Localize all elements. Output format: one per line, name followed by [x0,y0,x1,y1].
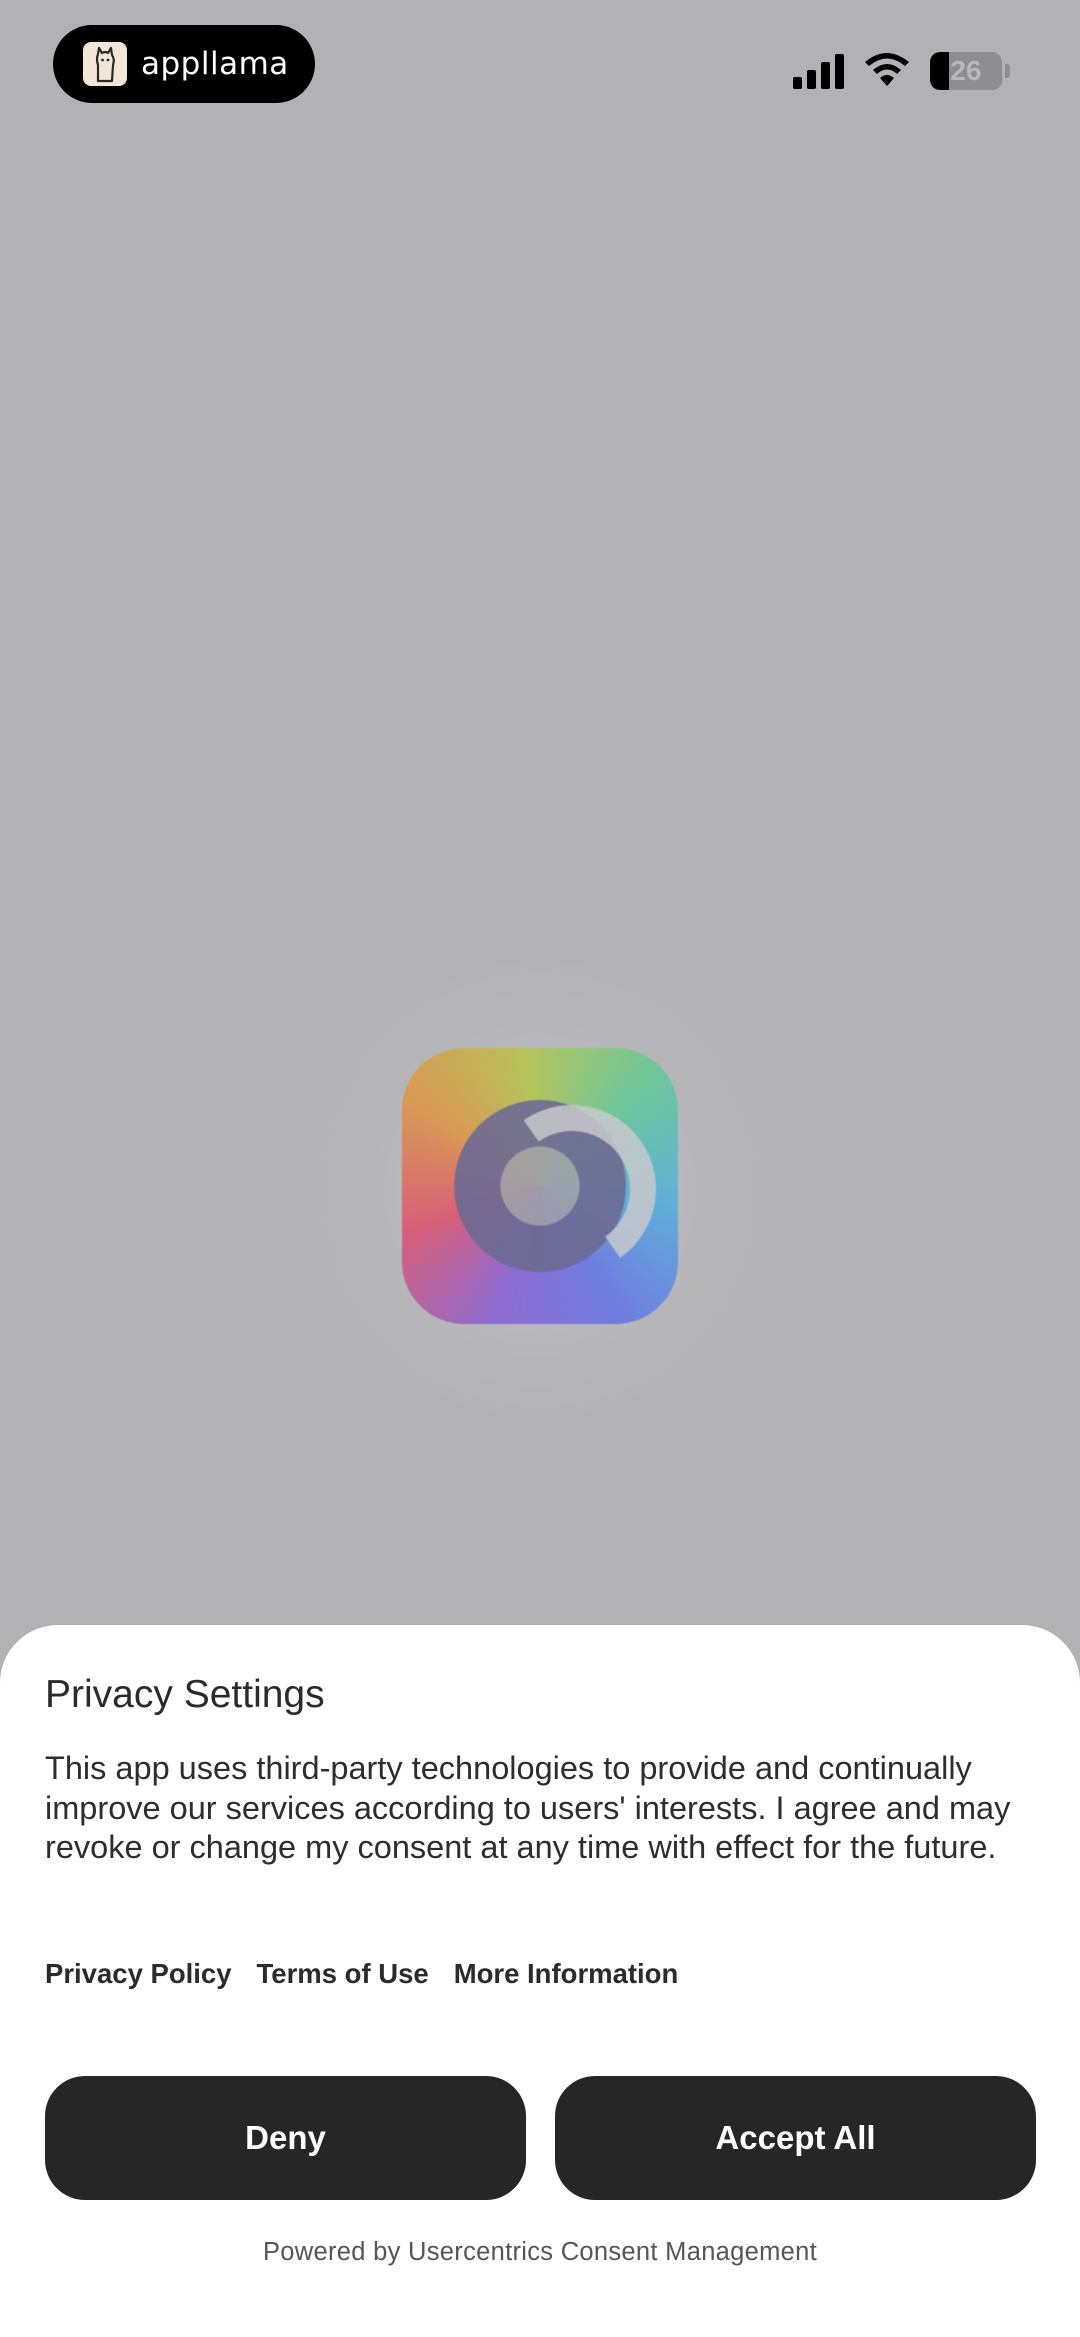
wifi-icon [862,50,912,93]
privacy-description: This app uses third-party technologies t… [45,1750,1011,1865]
cellular-signal-icon [793,53,844,89]
brand-name: appllama [141,46,289,82]
terms-of-use-link[interactable]: Terms of Use [257,1958,429,1990]
brand-badge: appllama [53,25,315,103]
deny-button[interactable]: Deny [45,2076,526,2200]
privacy-title: Privacy Settings [45,1673,325,1716]
privacy-policy-link[interactable]: Privacy Policy [45,1958,232,1990]
privacy-links: Privacy Policy Terms of Use More Informa… [45,1958,678,1990]
status-bar: appllama 26 [0,0,1080,140]
privacy-settings-sheet: Privacy Settings This app uses third-par… [0,1625,1080,2337]
battery-icon: 26 [930,52,1002,90]
app-logo-icon [402,1048,678,1324]
status-icons: 26 [793,50,1010,92]
powered-by-text: Powered by Usercentrics Consent Manageme… [262,2238,818,2266]
more-information-link[interactable]: More Information [454,1958,679,1990]
battery-level: 26 [950,55,982,86]
accept-all-button[interactable]: Accept All [555,2076,1036,2200]
battery-cap [1005,64,1010,78]
llama-logo-icon [83,42,127,86]
